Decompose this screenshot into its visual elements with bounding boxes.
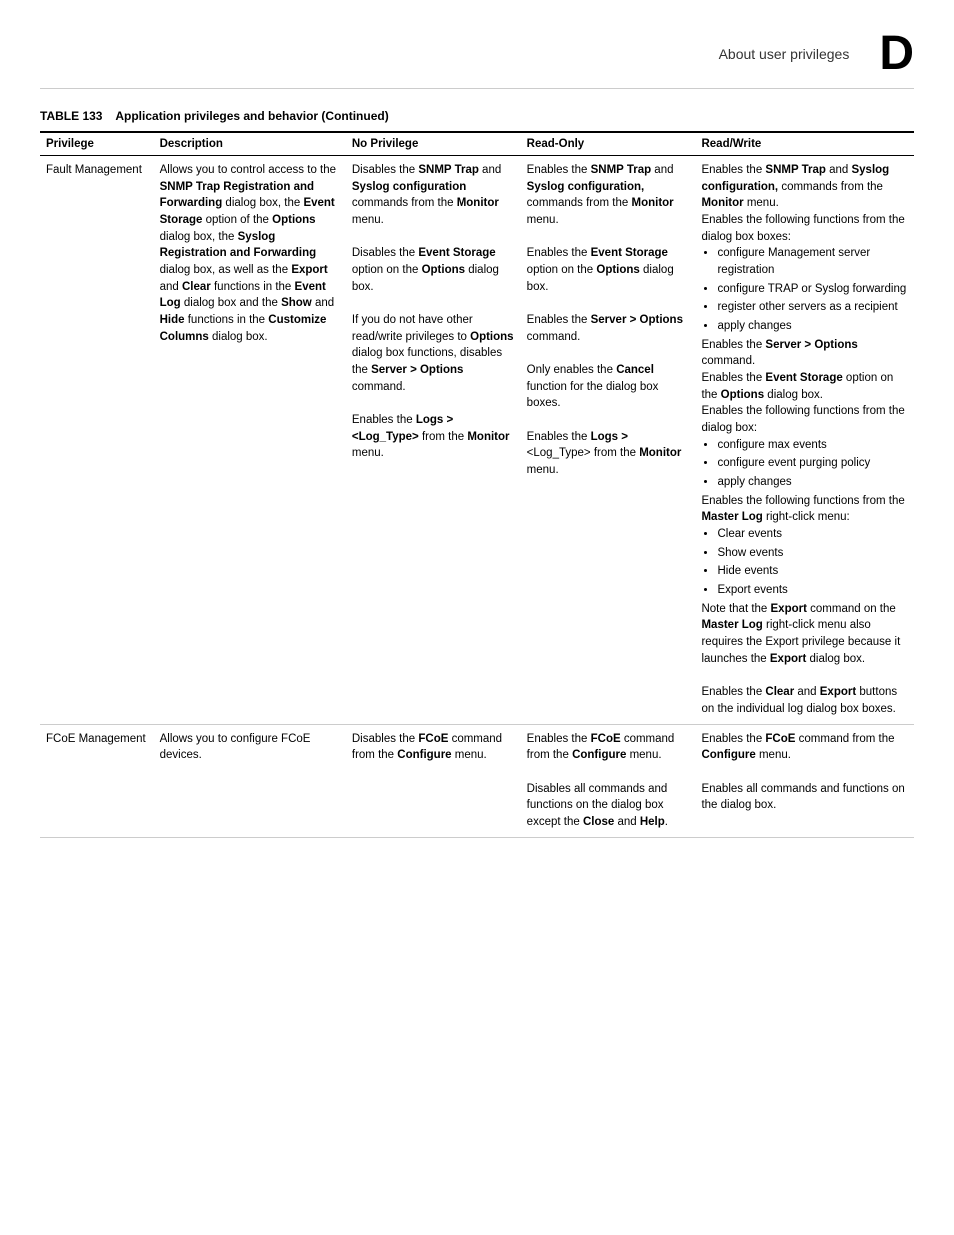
col-header-description: Description [154, 132, 346, 156]
description-cell-fault: Allows you to control access to the SNMP… [154, 156, 346, 725]
col-header-noprivilege: No Privilege [346, 132, 521, 156]
col-header-readonly: Read-Only [521, 132, 696, 156]
description-cell-fcoe: Allows you to configure FCoE devices. [154, 724, 346, 837]
readwrite-cell-fcoe: Enables the FCoE command from the Config… [695, 724, 914, 837]
page: About user privileges D TABLE 133 Applic… [0, 0, 954, 1235]
table-number: TABLE 133 [40, 109, 102, 123]
readwrite-bullets1-fault: configure Management server registration… [717, 245, 908, 334]
readonly-cell-fault: Enables the SNMP Trap and Syslog configu… [521, 156, 696, 725]
readwrite-bullets2-fault: configure max events configure event pur… [717, 437, 908, 491]
table-row: Fault Management Allows you to control a… [40, 156, 914, 725]
table-header-row: Privilege Description No Privilege Read-… [40, 132, 914, 156]
privilege-cell-fcoe: FCoE Management [40, 724, 154, 837]
noprivilege-cell-fcoe: Disables the FCoE command from the Confi… [346, 724, 521, 837]
table-caption: TABLE 133 Application privileges and beh… [40, 109, 914, 123]
noprivilege-cell-fault: Disables the SNMP Trap and Syslog config… [346, 156, 521, 725]
privileges-table: Privilege Description No Privilege Read-… [40, 131, 914, 838]
privilege-cell-fault: Fault Management [40, 156, 154, 725]
readwrite-bullets3-fault: Clear events Show events Hide events Exp… [717, 526, 908, 599]
table-title: Application privileges and behavior (Con… [115, 109, 388, 123]
readonly-cell-fcoe: Enables the FCoE command from the Config… [521, 724, 696, 837]
readwrite-cell-fault: Enables the SNMP Trap and Syslog configu… [695, 156, 914, 725]
col-header-privilege: Privilege [40, 132, 154, 156]
table-row: FCoE Management Allows you to configure … [40, 724, 914, 837]
page-header: About user privileges D [40, 30, 914, 89]
header-letter: D [879, 30, 914, 78]
col-header-readwrite: Read/Write [695, 132, 914, 156]
header-title: About user privileges [719, 46, 850, 62]
